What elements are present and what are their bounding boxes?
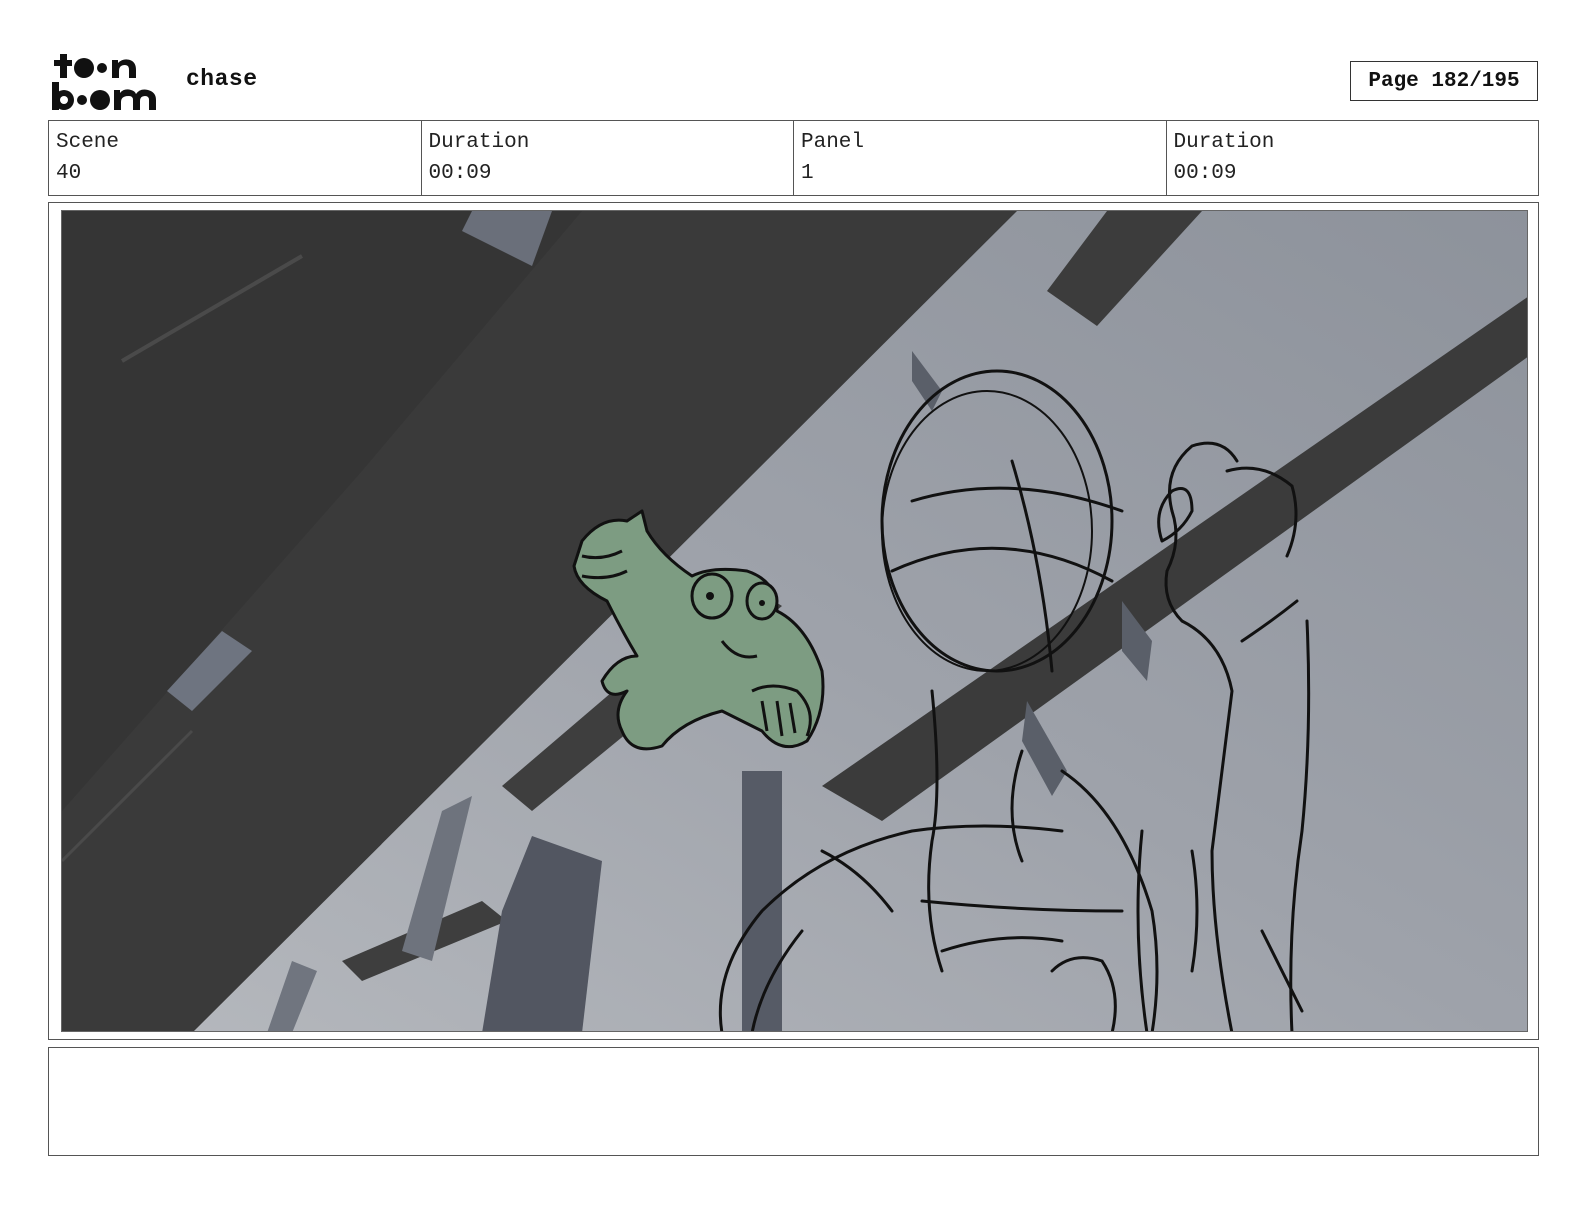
panel-duration-label: Duration	[1173, 131, 1275, 154]
scene-info-row: Scene 40 Duration 00:09 Panel 1 Duration…	[48, 120, 1539, 196]
panel-value: 1	[801, 162, 814, 185]
scene-duration-label: Duration	[428, 131, 530, 154]
page-number: Page 182/195	[1350, 61, 1538, 101]
scene-label: Scene	[56, 131, 120, 154]
scene-cell: Scene 40	[49, 121, 422, 195]
project-title: chase	[186, 66, 258, 92]
scene-value: 40	[56, 162, 82, 185]
scene-duration-cell: Duration 00:09	[422, 121, 794, 195]
panel-frame	[48, 202, 1539, 1040]
panel-duration-value: 00:09	[1173, 162, 1237, 185]
panel-duration-cell: Duration 00:09	[1167, 121, 1539, 195]
logo-mark-icon	[52, 54, 156, 110]
toon-boom-logo	[50, 50, 166, 114]
panel-cell: Panel 1	[794, 121, 1167, 195]
panel-drawing	[61, 210, 1528, 1032]
panel-notes	[48, 1047, 1539, 1156]
page-number-label: Page 182/195	[1368, 69, 1520, 93]
storyboard-sketch	[62, 211, 1527, 1031]
panel-label: Panel	[801, 131, 865, 154]
scene-duration-value: 00:09	[428, 162, 492, 185]
